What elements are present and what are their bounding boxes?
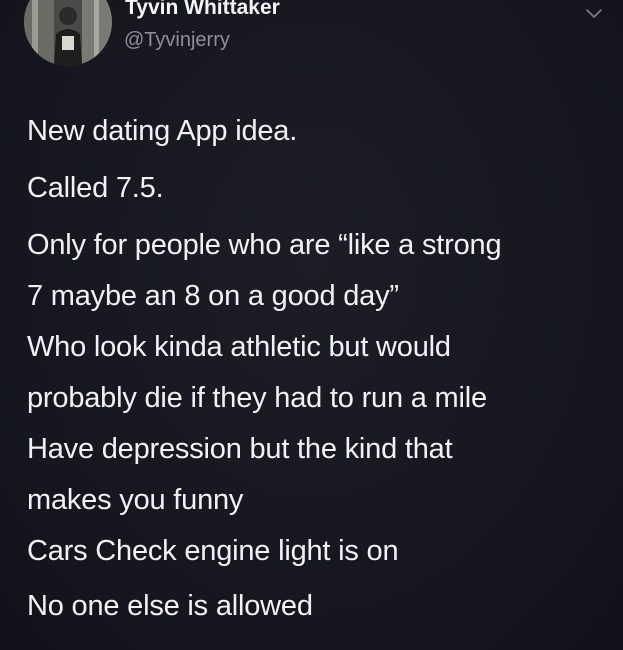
tweet-line: Cars Check engine light is on bbox=[27, 535, 399, 567]
tweet-line: New dating App idea. bbox=[27, 115, 298, 147]
tweet-line: probably die if they had to run a mile bbox=[27, 382, 487, 414]
tweet-line: Only for people who are “like a strong bbox=[27, 229, 502, 261]
tweet-paragraph: Only for people who are “like a strong 7… bbox=[27, 220, 607, 577]
chevron-down-icon bbox=[586, 9, 602, 18]
tweet-header: Tyvin Whittaker @Tyvinjerry bbox=[0, 0, 623, 80]
tweet: Tyvin Whittaker @Tyvinjerry New dating A… bbox=[0, 0, 623, 650]
avatar[interactable] bbox=[24, 0, 112, 66]
tweet-paragraph: No one else is allowed bbox=[27, 581, 607, 632]
tweet-line: No one else is allowed bbox=[27, 590, 313, 622]
display-name[interactable]: Tyvin Whittaker bbox=[125, 0, 280, 20]
tweet-line: Who look kinda athletic but would bbox=[27, 331, 451, 363]
tweet-text: New dating App idea. Called 7.5. Only fo… bbox=[27, 106, 607, 632]
tweet-paragraph: New dating App idea. bbox=[27, 106, 607, 157]
tweet-line: makes you funny bbox=[27, 484, 244, 516]
tweet-line: 7 maybe an 8 on a good day” bbox=[27, 280, 399, 312]
more-options-button[interactable] bbox=[582, 3, 606, 23]
profile-photo-icon bbox=[24, 0, 112, 66]
tweet-line: Called 7.5. bbox=[27, 172, 164, 204]
handle[interactable]: @Tyvinjerry bbox=[124, 29, 230, 52]
tweet-paragraph: Called 7.5. bbox=[27, 163, 607, 214]
tweet-line: Have depression but the kind that bbox=[27, 433, 453, 465]
